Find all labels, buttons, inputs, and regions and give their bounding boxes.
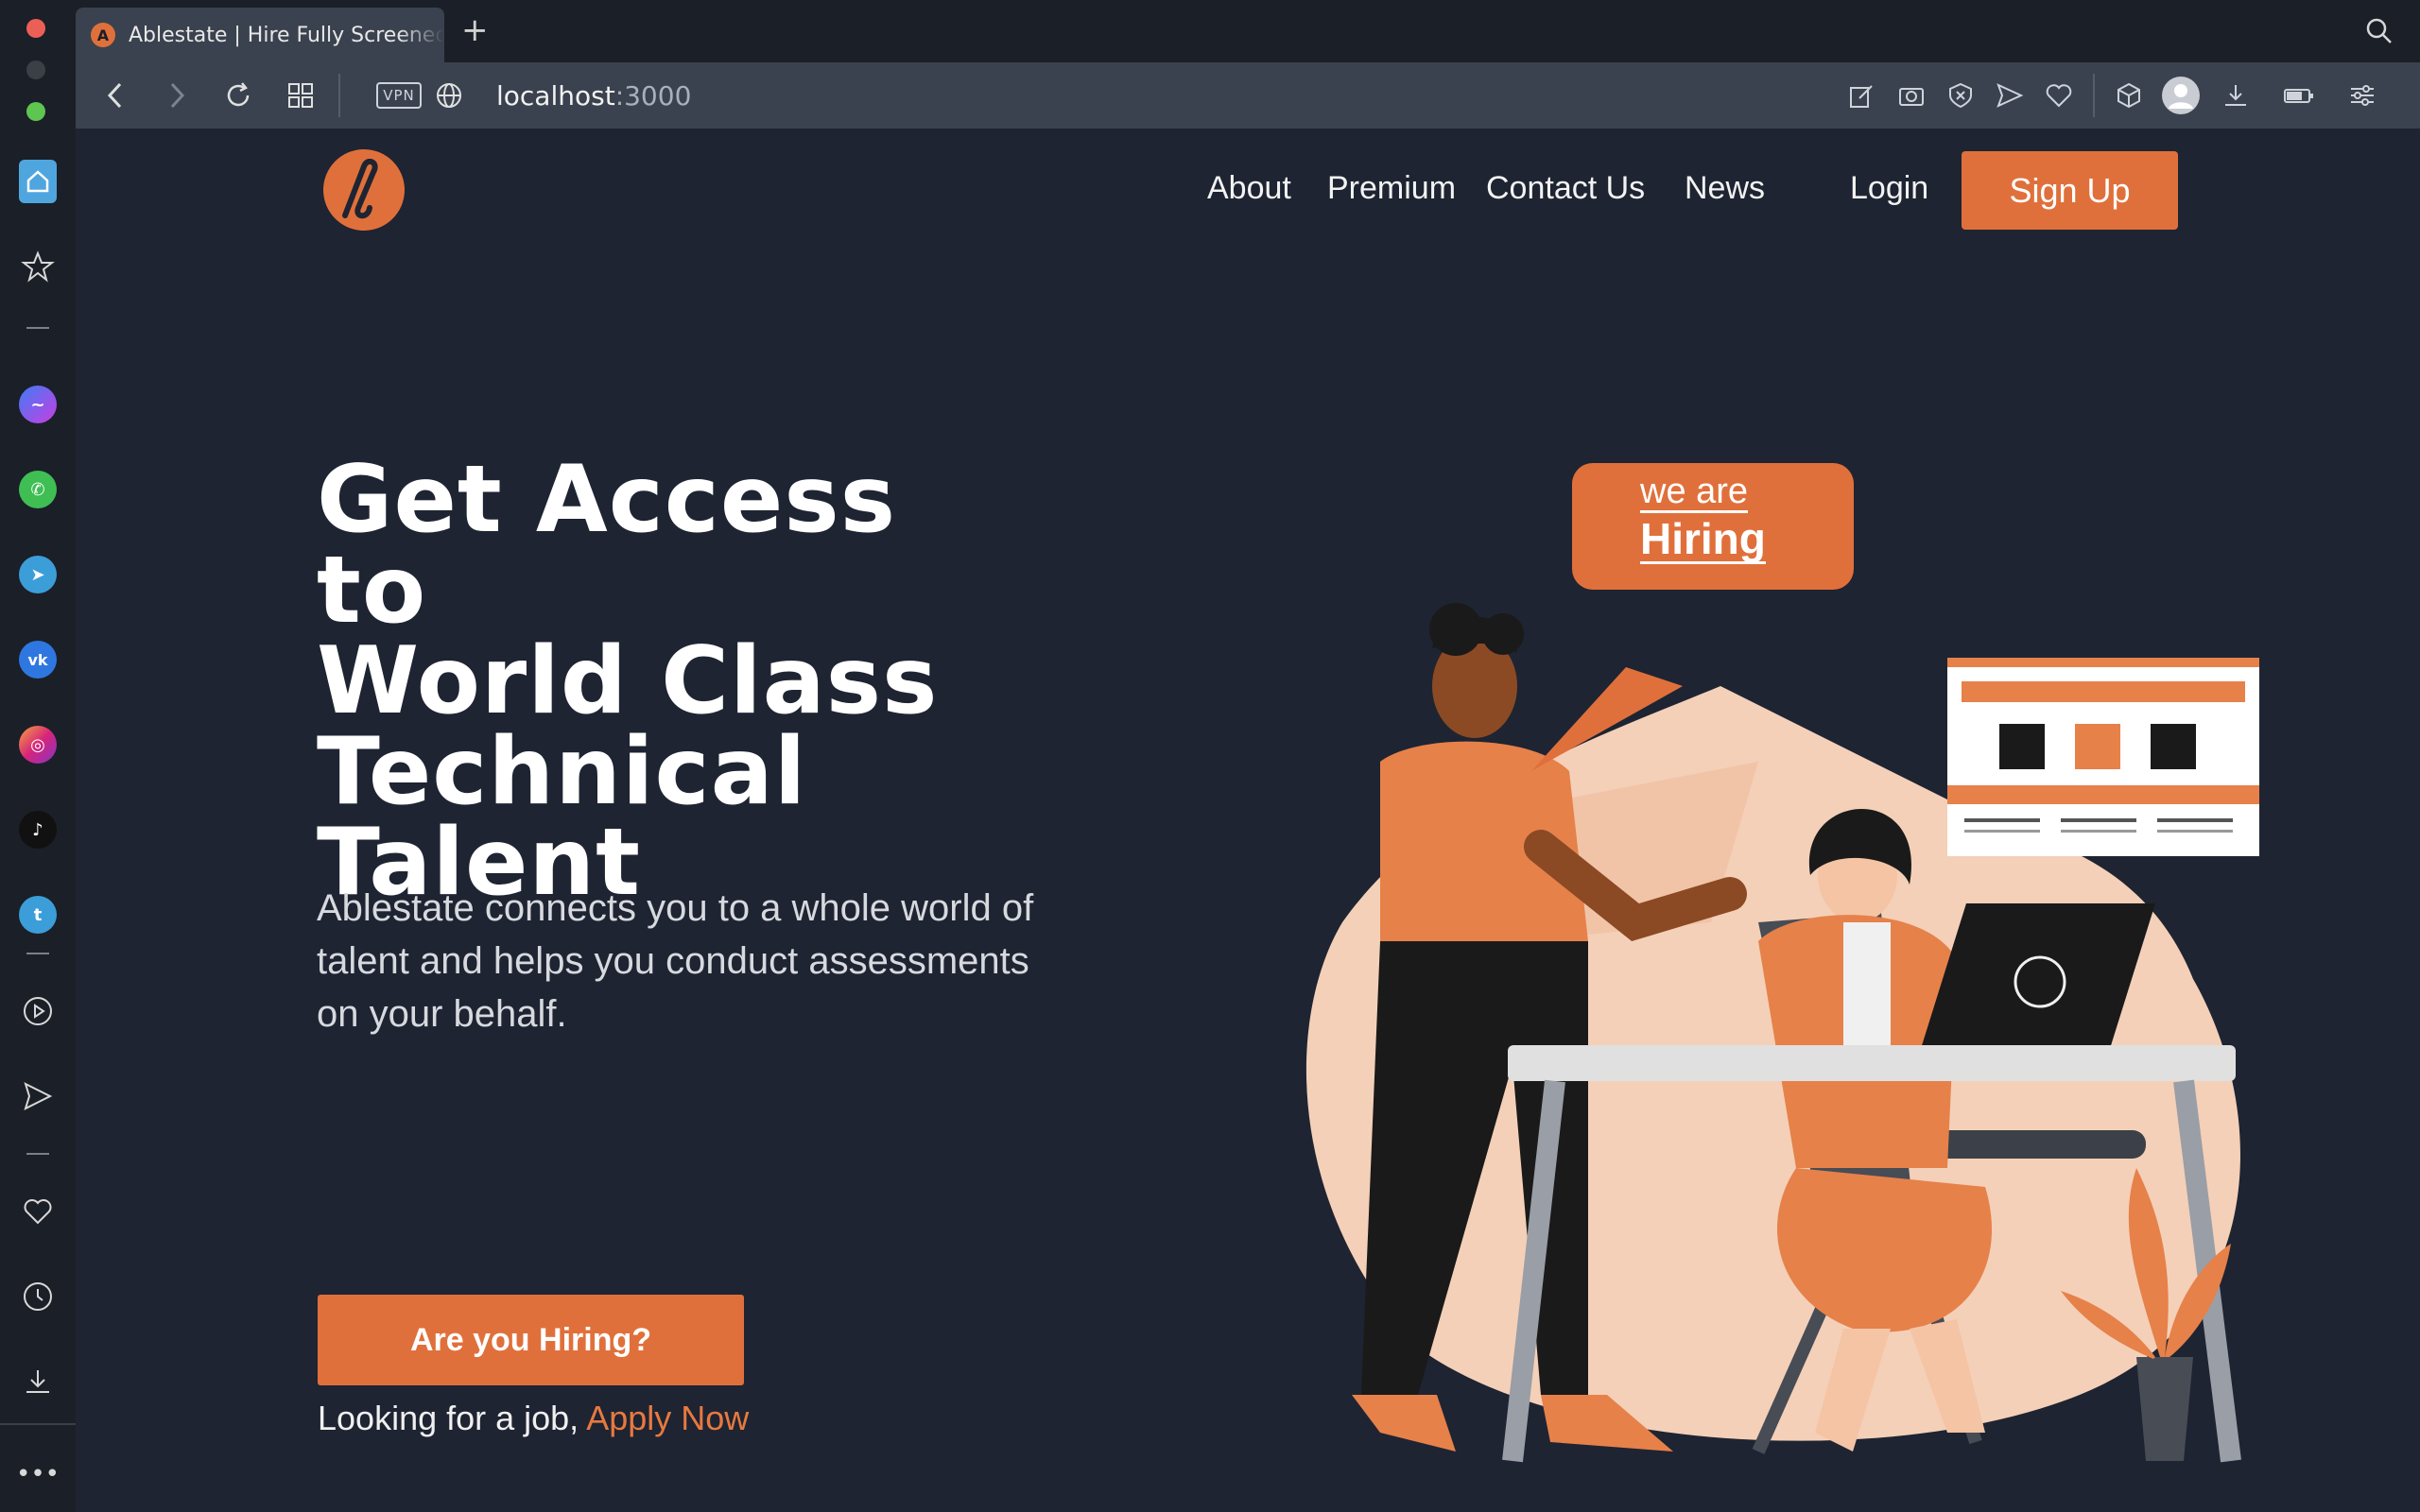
tab-title: Ablestate | Hire Fully Screened Develope… bbox=[129, 23, 444, 47]
heart-icon[interactable] bbox=[19, 1193, 57, 1230]
job-prefix: Looking for a job, bbox=[318, 1399, 587, 1437]
sidebar-divider bbox=[0, 1423, 76, 1425]
url-field[interactable]: localhost:3000 bbox=[496, 80, 691, 112]
globe-icon[interactable] bbox=[433, 79, 465, 112]
forward-icon[interactable] bbox=[161, 79, 193, 112]
send-icon[interactable] bbox=[19, 1077, 57, 1115]
ablestate-favicon-icon: A bbox=[91, 23, 115, 47]
hero-line: Get Access to bbox=[317, 446, 897, 644]
nav-news-link[interactable]: News bbox=[1685, 170, 1765, 207]
web-page: About Premium Contact Us News Login Sign… bbox=[76, 129, 2420, 1512]
are-you-hiring-button[interactable]: Are you Hiring? bbox=[318, 1295, 744, 1385]
camera-icon[interactable] bbox=[1895, 79, 1927, 112]
browser-sidebar: ~ ✆ ➤ vk ◎ ♪ t ••• bbox=[0, 60, 76, 1512]
player-icon[interactable] bbox=[19, 992, 57, 1030]
sidebar-divider bbox=[26, 953, 49, 954]
star-icon[interactable] bbox=[19, 248, 57, 285]
nav-premium-link[interactable]: Premium bbox=[1327, 170, 1456, 207]
hero-subtitle: Ablestate connects you to a whole world … bbox=[317, 887, 1034, 1035]
tiktok-icon[interactable]: ♪ bbox=[19, 811, 57, 849]
close-window-button[interactable] bbox=[26, 19, 45, 38]
edit-page-icon[interactable] bbox=[1846, 79, 1878, 112]
apply-now-link[interactable]: Apply Now bbox=[586, 1399, 749, 1437]
url-port: :3000 bbox=[614, 80, 692, 112]
more-icon[interactable]: ••• bbox=[16, 1455, 60, 1493]
browser-tab-active[interactable]: A Ablestate | Hire Fully Screened Develo… bbox=[76, 8, 444, 62]
toolbar-divider bbox=[2093, 74, 2095, 117]
whatsapp-icon[interactable]: ✆ bbox=[19, 471, 57, 508]
minimize-dot[interactable] bbox=[26, 60, 45, 79]
home-icon[interactable] bbox=[19, 160, 57, 203]
url-host: localhost bbox=[496, 80, 615, 112]
bubble-line-1: we are bbox=[1640, 472, 1749, 513]
reload-icon[interactable] bbox=[222, 79, 254, 112]
we-are-hiring-bubble: we are Hiring bbox=[1572, 463, 1854, 590]
downloads-icon[interactable] bbox=[2220, 79, 2252, 112]
sign-up-button[interactable]: Sign Up bbox=[1962, 151, 2178, 230]
sidebar-divider bbox=[26, 327, 49, 329]
messenger-icon[interactable]: ~ bbox=[19, 386, 57, 423]
avatar[interactable] bbox=[2161, 76, 2201, 115]
nav-contact-link[interactable]: Contact Us bbox=[1486, 170, 1645, 207]
back-icon[interactable] bbox=[99, 79, 131, 112]
shield-icon[interactable] bbox=[1945, 79, 1977, 112]
browser-tab-bar: A Ablestate | Hire Fully Screened Develo… bbox=[0, 0, 2420, 79]
telegram-icon[interactable]: ➤ bbox=[19, 556, 57, 593]
maximize-window-button[interactable] bbox=[26, 102, 45, 121]
search-tabs-icon[interactable] bbox=[2365, 17, 2394, 49]
settings-sliders-icon[interactable] bbox=[2346, 79, 2378, 112]
toolbar-divider bbox=[338, 74, 340, 117]
hero-heading: Get Access to World Class Technical Tale… bbox=[317, 446, 1035, 909]
address-toolbar: VPN localhost:3000 bbox=[76, 62, 2420, 129]
login-link[interactable]: Login bbox=[1850, 170, 1928, 207]
share-send-icon[interactable] bbox=[1994, 79, 2026, 112]
ablestate-logo[interactable] bbox=[323, 149, 405, 231]
hiring-illustration bbox=[1305, 603, 2259, 1463]
vpn-badge[interactable]: VPN bbox=[376, 82, 422, 109]
hero-line: Technical bbox=[317, 718, 807, 826]
tabs-grid-icon[interactable] bbox=[285, 79, 317, 112]
nav-about-link[interactable]: About bbox=[1207, 170, 1291, 207]
battery-icon[interactable] bbox=[2283, 79, 2315, 112]
job-seeker-text: Looking for a job, Apply Now bbox=[318, 1399, 749, 1438]
download-icon[interactable] bbox=[19, 1363, 57, 1400]
twitter-icon[interactable]: t bbox=[19, 896, 57, 934]
vk-icon[interactable]: vk bbox=[19, 641, 57, 679]
sidebar-divider bbox=[26, 1153, 49, 1155]
instagram-icon[interactable]: ◎ bbox=[19, 726, 57, 764]
favorite-heart-icon[interactable] bbox=[2043, 79, 2075, 112]
bubble-line-2: Hiring bbox=[1640, 514, 1766, 564]
clock-icon[interactable] bbox=[19, 1278, 57, 1315]
hero-line: World Class bbox=[317, 627, 939, 735]
extensions-cube-icon[interactable] bbox=[2113, 79, 2145, 112]
new-tab-button[interactable]: + bbox=[461, 13, 489, 47]
